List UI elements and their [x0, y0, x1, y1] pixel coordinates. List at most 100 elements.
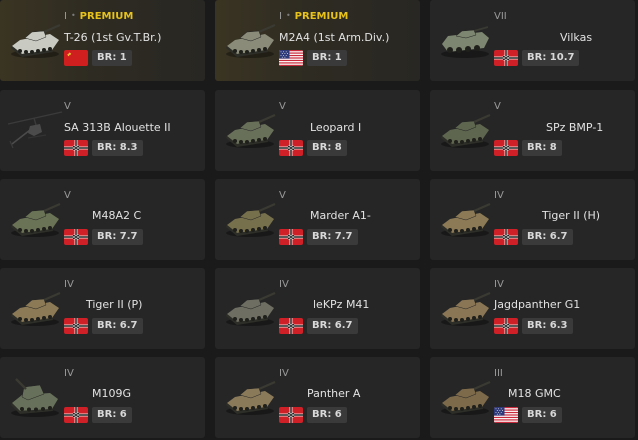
vehicle-card[interactable]: IV Tiger II (H) BR: 6.7	[430, 179, 635, 260]
vehicle-card[interactable]: V Leopard I BR: 8	[215, 90, 420, 171]
battle-rating-badge: BR: 6.7	[522, 229, 573, 245]
vehicle-card[interactable]: III M18 GMC BR: 6	[430, 357, 635, 438]
tank-icon	[221, 10, 279, 68]
battle-rating-badge: BR: 1	[307, 50, 347, 66]
vehicle-card[interactable]: IV M109G BR: 6	[0, 357, 205, 438]
vehicle-rank: V	[64, 190, 71, 202]
premium-badge: PREMIUM	[79, 11, 134, 22]
vehicle-rank: IV	[279, 368, 289, 380]
ifv-icon	[221, 189, 279, 247]
vehicle-name: M18 GMC	[508, 387, 561, 400]
vehicle-name: M109G	[92, 387, 132, 400]
flag-germany-icon	[64, 407, 88, 423]
rank-label: IV	[279, 279, 289, 290]
separator-dot: •	[70, 11, 76, 20]
vehicle-card[interactable]: V SA 313B Alouette II BR: 8.3	[0, 90, 205, 171]
rank-label: IV	[64, 368, 74, 379]
ifv-icon	[436, 100, 494, 158]
vehicle-card[interactable]: I • PREMIUM T-26 (1st Gv.T.Br.) BR: 1	[0, 0, 205, 81]
flag-germany-icon	[494, 140, 518, 156]
vehicle-rank: IV	[494, 279, 504, 291]
battle-rating-badge: BR: 1	[92, 50, 132, 66]
vehicle-name: SPz BMP-1	[546, 121, 604, 134]
vehicle-card[interactable]: VII Vilkas BR: 10.7	[430, 0, 635, 81]
battle-rating-badge: BR: 6.7	[92, 318, 143, 334]
rank-label: III	[494, 368, 503, 379]
vehicle-rank: III	[494, 368, 503, 380]
rank-label: V	[279, 190, 286, 201]
helicopter-icon	[6, 100, 64, 158]
vehicle-rank: V	[494, 101, 501, 113]
battle-rating-badge: BR: 7.7	[307, 229, 358, 245]
vehicle-card[interactable]: IV Jagdpanther G1 BR: 6.3	[430, 268, 635, 349]
battle-rating-badge: BR: 8	[307, 140, 347, 156]
premium-badge: PREMIUM	[294, 11, 349, 22]
vehicle-name: Tiger II (P)	[86, 298, 143, 311]
rank-label: IV	[494, 190, 504, 201]
flag-germany-icon	[279, 140, 303, 156]
flag-usa-icon	[494, 407, 518, 423]
vehicle-card[interactable]: IV Panther A BR: 6	[215, 357, 420, 438]
flag-germany-icon	[494, 229, 518, 245]
vehicle-card[interactable]: I • PREMIUM M2A4 (1st Arm.Div.) BR: 1	[215, 0, 420, 81]
flag-usa-icon	[279, 50, 303, 66]
artillery-icon	[6, 367, 64, 425]
vehicle-card[interactable]: IV leKPz M41 BR: 6.7	[215, 268, 420, 349]
battle-rating-badge: BR: 6	[92, 407, 132, 423]
tank-icon	[6, 189, 64, 247]
battle-rating-badge: BR: 6.7	[307, 318, 358, 334]
vehicle-name: Leopard I	[310, 121, 362, 134]
rank-label: V	[64, 101, 71, 112]
rank-label: IV	[279, 368, 289, 379]
vehicle-rank: V	[279, 101, 286, 113]
vehicle-card[interactable]: V SPz BMP-1 BR: 8	[430, 90, 635, 171]
vehicle-card[interactable]: IV Tiger II (P) BR: 6.7	[0, 268, 205, 349]
vehicle-rank: I • PREMIUM	[64, 11, 133, 23]
rank-label: IV	[494, 279, 504, 290]
flag-germany-icon	[279, 229, 303, 245]
flag-germany-icon	[494, 318, 518, 334]
flag-germany-icon	[279, 318, 303, 334]
vehicle-name: M2A4 (1st Arm.Div.)	[279, 31, 390, 44]
flag-germany-icon	[64, 318, 88, 334]
vehicle-card[interactable]: V M48A2 C BR: 7.7	[0, 179, 205, 260]
vehicle-card[interactable]: V Marder A1- BR: 7.7	[215, 179, 420, 260]
rank-label: IV	[64, 279, 74, 290]
battle-rating-badge: BR: 8.3	[92, 140, 143, 156]
battle-rating-badge: BR: 8	[522, 140, 562, 156]
tank-destroyer-icon	[436, 278, 494, 336]
battle-rating-badge: BR: 6.3	[522, 318, 573, 334]
vehicle-rank: IV	[279, 279, 289, 291]
vehicle-name: leKPz M41	[313, 298, 370, 311]
vehicle-name: Panther A	[307, 387, 361, 400]
rank-label: V	[494, 101, 501, 112]
vehicle-name: SA 313B Alouette II	[64, 121, 171, 134]
flag-germany-icon	[64, 140, 88, 156]
battle-rating-badge: BR: 6	[307, 407, 347, 423]
vehicle-rank: I • PREMIUM	[279, 11, 348, 23]
tank-icon	[436, 189, 494, 247]
flag-germany-icon	[494, 50, 518, 66]
rank-label: VII	[494, 11, 507, 22]
tank-icon	[6, 10, 64, 68]
flag-germany-icon	[279, 407, 303, 423]
vehicle-rank: V	[64, 101, 71, 113]
vehicle-name: Tiger II (H)	[542, 209, 601, 222]
vehicle-name: T-26 (1st Gv.T.Br.)	[64, 31, 162, 44]
vehicle-rank: IV	[64, 368, 74, 380]
flag-ussr-icon	[64, 50, 88, 66]
rank-label: V	[64, 190, 71, 201]
tank-icon	[221, 278, 279, 336]
battle-rating-badge: BR: 6	[522, 407, 562, 423]
flag-germany-icon	[64, 229, 88, 245]
vehicle-rank: IV	[64, 279, 74, 291]
separator-dot: •	[285, 11, 291, 20]
rank-label: V	[279, 101, 286, 112]
battle-rating-badge: BR: 7.7	[92, 229, 143, 245]
tank-icon	[221, 100, 279, 158]
tank-destroyer-icon	[436, 367, 494, 425]
vehicle-rank: IV	[494, 190, 504, 202]
rank-label: I	[279, 11, 282, 22]
wheeled-vehicle-icon	[436, 10, 494, 68]
vehicle-name: M48A2 C	[92, 209, 142, 222]
